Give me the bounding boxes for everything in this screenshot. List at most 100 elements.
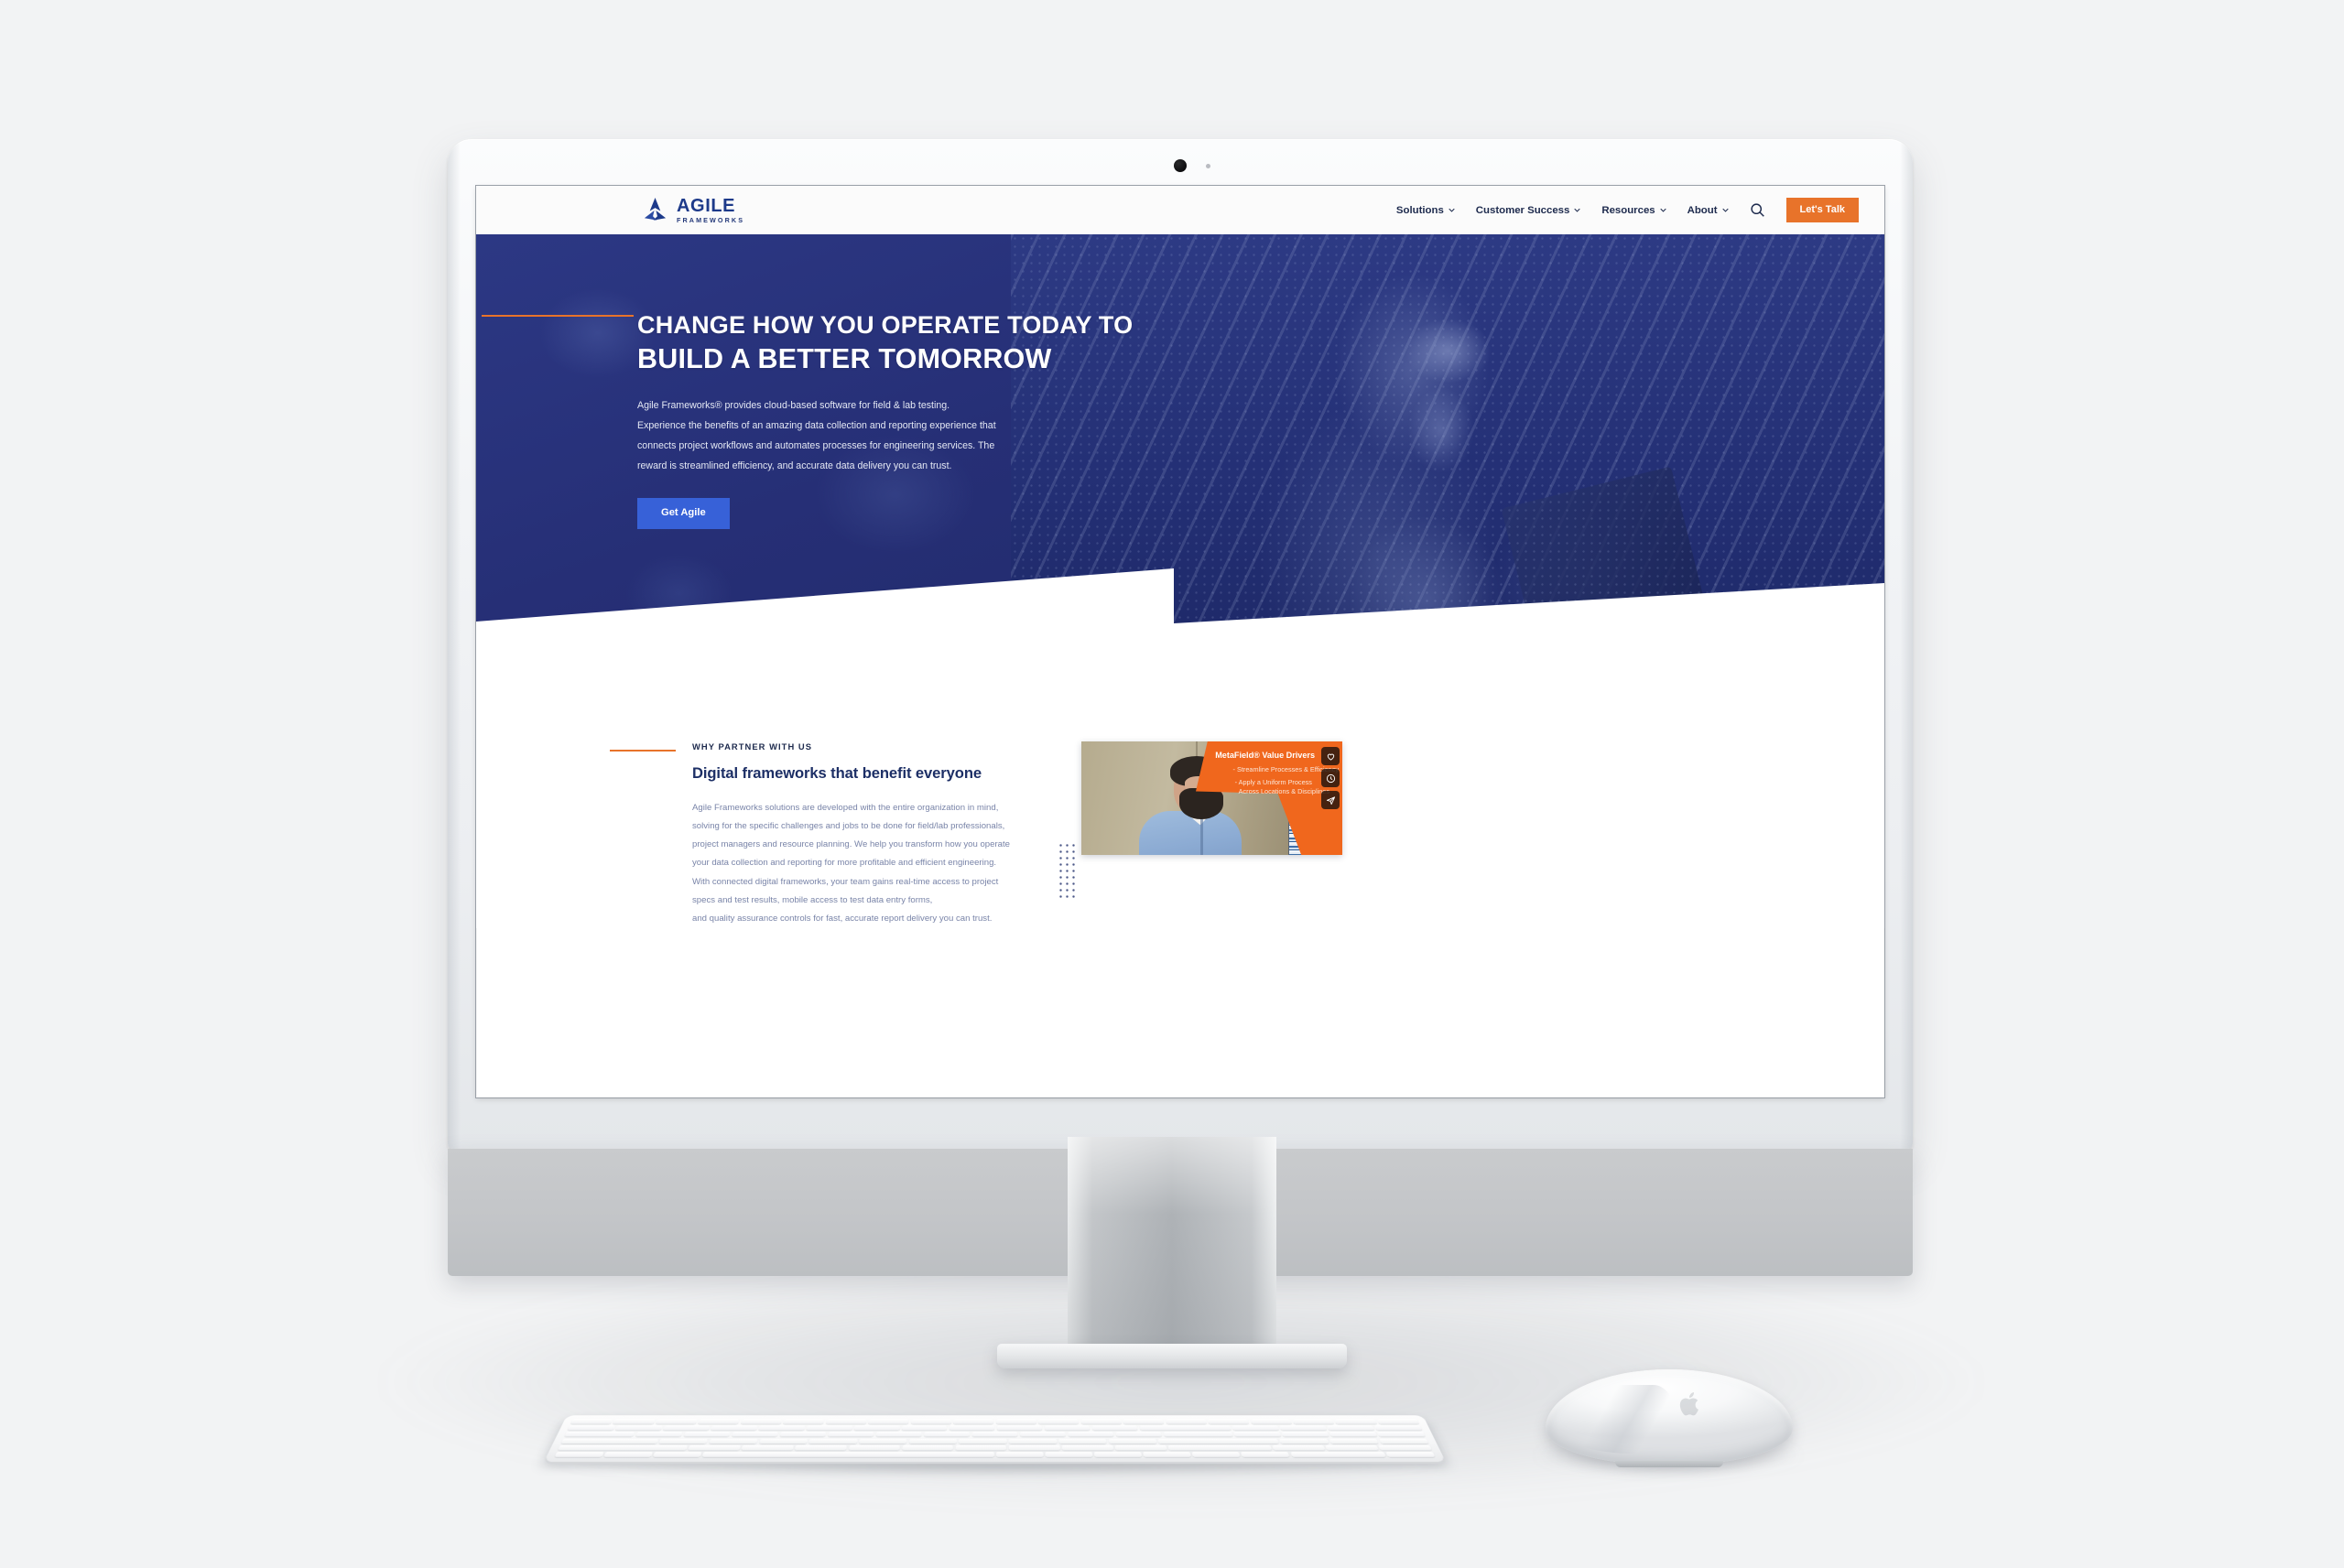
key[interactable]: [1167, 1444, 1272, 1451]
key[interactable]: [1292, 1419, 1335, 1424]
key[interactable]: [779, 1432, 827, 1437]
nav-item-resources[interactable]: Resources: [1601, 205, 1666, 216]
key[interactable]: [1139, 1425, 1232, 1431]
key[interactable]: [1123, 1419, 1165, 1424]
key[interactable]: [635, 1432, 683, 1437]
key[interactable]: [709, 1438, 758, 1444]
key[interactable]: [910, 1419, 952, 1424]
key[interactable]: [1329, 1438, 1379, 1444]
key[interactable]: [603, 1452, 653, 1457]
send-icon[interactable]: [1321, 791, 1340, 809]
key[interactable]: [853, 1425, 900, 1431]
key[interactable]: [1157, 1438, 1279, 1444]
key[interactable]: [1378, 1438, 1429, 1444]
site-logo[interactable]: AGILE FRAMEWORKS: [641, 196, 744, 224]
key[interactable]: [613, 1419, 656, 1424]
key[interactable]: [859, 1438, 907, 1444]
key[interactable]: [868, 1419, 909, 1424]
key[interactable]: [848, 1444, 901, 1451]
lets-talk-button[interactable]: Let's Talk: [1785, 198, 1859, 222]
key[interactable]: [570, 1419, 613, 1424]
key[interactable]: [1232, 1425, 1279, 1431]
key[interactable]: [1279, 1438, 1329, 1444]
key[interactable]: [1091, 1425, 1138, 1431]
key[interactable]: [688, 1444, 742, 1451]
key[interactable]: [901, 1444, 954, 1451]
key[interactable]: [758, 1438, 808, 1444]
key[interactable]: [825, 1419, 867, 1424]
key[interactable]: [901, 1425, 948, 1431]
key[interactable]: [1329, 1432, 1378, 1437]
key[interactable]: [1044, 1425, 1091, 1431]
key[interactable]: [1067, 1432, 1114, 1437]
key[interactable]: [959, 1438, 1007, 1444]
key[interactable]: [658, 1438, 709, 1444]
key[interactable]: [758, 1425, 806, 1431]
search-icon[interactable]: [1750, 202, 1765, 218]
spacebar-key[interactable]: [701, 1452, 994, 1457]
key[interactable]: [1165, 1419, 1207, 1424]
key[interactable]: [1114, 1444, 1167, 1451]
nav-item-about[interactable]: About: [1687, 205, 1729, 216]
key[interactable]: [1108, 1438, 1157, 1444]
key[interactable]: [827, 1432, 874, 1437]
key[interactable]: [564, 1432, 635, 1437]
key[interactable]: [1377, 1432, 1426, 1437]
key[interactable]: [1192, 1452, 1241, 1457]
key[interactable]: [1325, 1444, 1379, 1451]
clock-icon[interactable]: [1321, 769, 1340, 787]
key[interactable]: [1094, 1452, 1143, 1457]
key[interactable]: [653, 1452, 702, 1457]
key[interactable]: [1143, 1452, 1191, 1457]
key[interactable]: [971, 1432, 1018, 1437]
key[interactable]: [1378, 1444, 1432, 1451]
nav-item-customer-success[interactable]: Customer Success: [1476, 205, 1581, 216]
key[interactable]: [1327, 1425, 1375, 1431]
key[interactable]: [1272, 1444, 1326, 1451]
key[interactable]: [955, 1444, 1007, 1451]
video-player[interactable]: MetaField® Value Drivers - Streamline Pr…: [1081, 741, 1342, 855]
key[interactable]: [1376, 1419, 1419, 1424]
keyboard[interactable]: [544, 1415, 1446, 1462]
key[interactable]: [554, 1452, 604, 1457]
get-agile-button[interactable]: Get Agile: [637, 498, 730, 529]
key[interactable]: [740, 1419, 783, 1424]
key[interactable]: [711, 1425, 758, 1431]
key[interactable]: [1163, 1432, 1233, 1437]
mouse[interactable]: [1546, 1369, 1793, 1467]
key[interactable]: [1058, 1438, 1107, 1444]
key[interactable]: [1241, 1452, 1290, 1457]
key[interactable]: [698, 1419, 741, 1424]
key[interactable]: [795, 1444, 848, 1451]
key[interactable]: [1289, 1452, 1386, 1457]
key[interactable]: [908, 1438, 958, 1444]
key[interactable]: [1045, 1452, 1093, 1457]
key[interactable]: [1061, 1444, 1114, 1451]
key[interactable]: [1037, 1419, 1080, 1424]
key[interactable]: [1019, 1432, 1067, 1437]
key[interactable]: [996, 1425, 1043, 1431]
key[interactable]: [875, 1432, 922, 1437]
key[interactable]: [560, 1438, 659, 1444]
key[interactable]: [1385, 1452, 1436, 1457]
key[interactable]: [683, 1432, 732, 1437]
key[interactable]: [1080, 1419, 1122, 1424]
key[interactable]: [995, 1419, 1036, 1424]
nav-item-solutions[interactable]: Solutions: [1396, 205, 1455, 216]
key[interactable]: [1115, 1432, 1163, 1437]
key[interactable]: [567, 1425, 615, 1431]
key[interactable]: [1334, 1419, 1377, 1424]
key[interactable]: [1233, 1432, 1282, 1437]
key[interactable]: [1008, 1444, 1060, 1451]
key[interactable]: [1281, 1432, 1329, 1437]
key[interactable]: [806, 1425, 852, 1431]
key[interactable]: [923, 1432, 971, 1437]
key[interactable]: [1249, 1419, 1292, 1424]
key[interactable]: [808, 1438, 858, 1444]
key[interactable]: [949, 1425, 995, 1431]
key[interactable]: [1008, 1438, 1058, 1444]
key[interactable]: [655, 1419, 698, 1424]
key[interactable]: [953, 1419, 994, 1424]
key[interactable]: [614, 1425, 663, 1431]
key[interactable]: [731, 1432, 779, 1437]
